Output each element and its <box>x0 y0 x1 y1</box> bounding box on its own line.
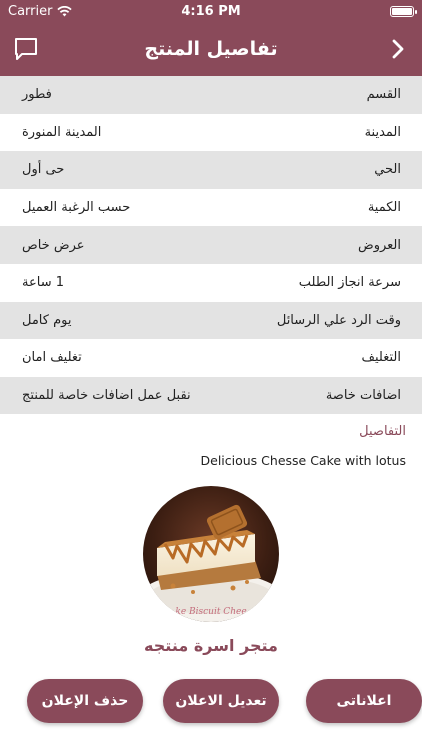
chat-icon[interactable] <box>12 35 40 63</box>
battery-icon <box>390 5 417 17</box>
row-label: الحي <box>374 162 401 178</box>
details-description: Delicious Chesse Cake with lotus <box>200 453 407 468</box>
row-value: حى أول <box>22 162 65 178</box>
delete-ad-button[interactable]: حذف الإعلان <box>27 679 143 723</box>
details-heading: التفاصيل <box>359 424 406 439</box>
row-label: العروض <box>357 237 401 253</box>
row-value: نقبل عمل اضافات خاصة للمنتج <box>22 388 191 404</box>
table-row: المدينة المنورة المدينة <box>0 114 422 152</box>
carrier-label: Carrier <box>8 3 53 19</box>
table-row: حسب الرغبة العميل الكمية <box>0 189 422 227</box>
row-value: فطور <box>22 87 52 103</box>
row-label: وقت الرد علي الرسائل <box>276 312 401 328</box>
row-value: يوم كامل <box>22 312 72 328</box>
details-table: فطور القسم المدينة المنورة المدينة حى أو… <box>0 76 422 415</box>
store-name[interactable]: متجر اسرة منتجه <box>0 636 422 655</box>
status-bar: Carrier 4:16 PM <box>0 0 422 22</box>
product-image[interactable]: ke Biscuit Chee <box>143 486 279 622</box>
row-label: سرعة انجاز الطلب <box>298 275 401 291</box>
table-row: حى أول الحي <box>0 151 422 189</box>
table-row: تغليف امان التغليف <box>0 339 422 377</box>
table-row: يوم كامل وقت الرد علي الرسائل <box>0 301 422 340</box>
table-row: فطور القسم <box>0 76 422 114</box>
row-label: القسم <box>366 87 401 103</box>
nav-bar: تفاصيل المنتج <box>0 22 422 76</box>
row-label: التغليف <box>361 350 401 366</box>
row-label: اضافات خاصة <box>325 388 401 404</box>
row-value: عرض خاص <box>22 237 85 253</box>
wifi-icon <box>57 5 73 16</box>
chevron-right-icon[interactable] <box>386 35 410 63</box>
product-image-caption: ke Biscuit Chee <box>175 607 246 617</box>
row-value: حسب الرغبة العميل <box>22 200 131 216</box>
edit-ad-button[interactable]: تعديل الاعلان <box>163 679 279 723</box>
page-title: تفاصيل المنتج <box>144 38 278 60</box>
row-value: المدينة المنورة <box>22 124 102 140</box>
row-value: 1 ساعة <box>22 275 64 291</box>
row-value: تغليف امان <box>22 350 82 366</box>
table-row: نقبل عمل اضافات خاصة للمنتج اضافات خاصة <box>0 376 422 415</box>
table-row: 1 ساعة سرعة انجاز الطلب <box>0 264 422 302</box>
row-label: المدينة <box>364 124 401 140</box>
row-label: الكمية <box>367 200 401 216</box>
my-ads-button[interactable]: اعلاناتى <box>306 679 422 723</box>
status-left: Carrier <box>8 3 73 19</box>
table-row: عرض خاص العروض <box>0 226 422 264</box>
